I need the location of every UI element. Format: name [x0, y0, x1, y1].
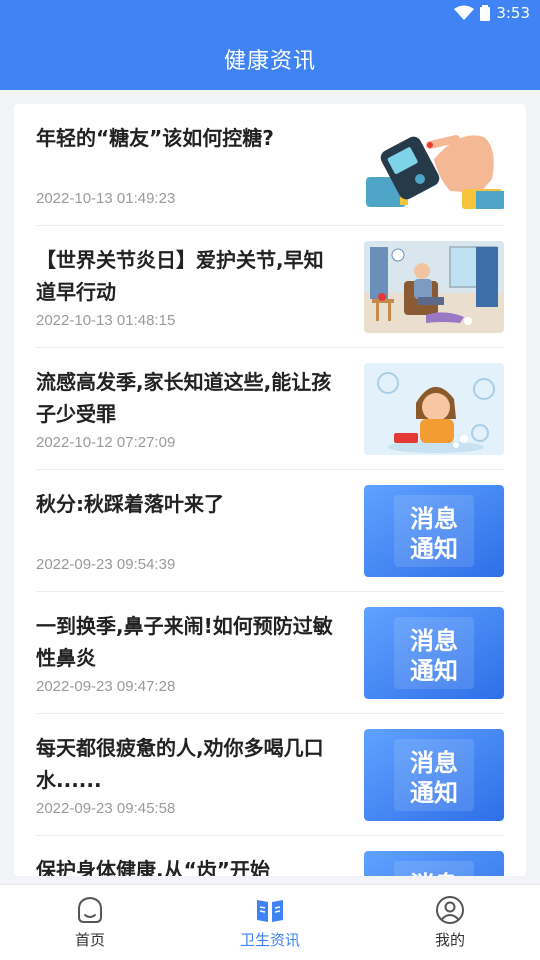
- status-bar: 3:53: [0, 0, 540, 28]
- news-title: 年轻的“糖友”该如何控糖?: [36, 126, 274, 150]
- news-time: 2022-10-13 01:49:23: [36, 190, 176, 207]
- news-list: 年轻的“糖友”该如何控糖? 2022-10-13 01:49:23 【世界关节炎…: [14, 104, 526, 876]
- news-title: 流感高发季,家长知道这些,能让孩子少受罪: [36, 370, 332, 426]
- news-item[interactable]: 秋分:秋踩着落叶来了 2022-09-23 09:54:39 消息 通知: [36, 470, 504, 592]
- profile-icon: [436, 896, 464, 924]
- message-notice-image: 消息 通知: [364, 485, 504, 577]
- news-item[interactable]: 年轻的“糖友”该如何控糖? 2022-10-13 01:49:23: [36, 104, 504, 226]
- notice-line-2: 通知: [410, 535, 458, 563]
- status-time: 3:53: [496, 4, 530, 22]
- notice-line-1: 消息: [410, 749, 458, 777]
- news-item[interactable]: 每天都很疲惫的人,劝你多喝几口水...... 2022-09-23 09:45:…: [36, 714, 504, 836]
- tab-home[interactable]: 首页: [0, 885, 180, 960]
- tab-profile[interactable]: 我的: [360, 885, 540, 960]
- glucose-meter-image: [364, 119, 504, 211]
- sick-child-image: [364, 363, 504, 455]
- app-bar: 健康资讯: [0, 28, 540, 90]
- bottom-tab-bar: 首页 卫生资讯 我的: [0, 884, 540, 960]
- news-time: 2022-10-13 01:48:15: [36, 312, 176, 329]
- notice-line-1: 消息: [410, 871, 458, 876]
- news-time: 2022-09-23 09:45:58: [36, 800, 176, 817]
- elderly-knee-pain-image: [364, 241, 504, 333]
- notice-line-2: 通知: [410, 657, 458, 685]
- wifi-icon: [454, 5, 475, 20]
- message-notice-image: 消息 通知: [364, 851, 504, 876]
- home-icon: [78, 896, 102, 923]
- book-icon: [257, 900, 283, 922]
- news-item[interactable]: 【世界关节炎日】爱护关节,早知道早行动 2022-10-13 01:48:15: [36, 226, 504, 348]
- news-title: 保护身体健康,从“齿”开始: [36, 858, 270, 876]
- news-title: 【世界关节炎日】爱护关节,早知道早行动: [36, 248, 324, 304]
- news-item[interactable]: 保护身体健康,从“齿”开始 消息 通知: [36, 836, 504, 876]
- news-title: 秋分:秋踩着落叶来了: [36, 492, 224, 516]
- tab-home-label: 首页: [74, 931, 105, 949]
- tab-profile-label: 我的: [434, 931, 465, 949]
- news-title: 每天都很疲惫的人,劝你多喝几口水......: [36, 736, 324, 792]
- news-time: 2022-10-12 07:27:09: [36, 434, 176, 451]
- status-icons: 3:53: [454, 4, 530, 22]
- news-item[interactable]: 一到换季,鼻子来闹!如何预防过敏性鼻炎 2022-09-23 09:47:28 …: [36, 592, 504, 714]
- notice-line-2: 通知: [410, 779, 458, 807]
- notice-line-1: 消息: [410, 505, 458, 533]
- tab-health-news-label: 卫生资讯: [239, 931, 300, 949]
- news-time: 2022-09-23 09:54:39: [36, 556, 176, 573]
- message-notice-image: 消息 通知: [364, 729, 504, 821]
- news-item[interactable]: 流感高发季,家长知道这些,能让孩子少受罪 2022-10-12 07:27:09: [36, 348, 504, 470]
- tab-health-news[interactable]: 卫生资讯: [180, 885, 360, 960]
- news-title: 一到换季,鼻子来闹!如何预防过敏性鼻炎: [36, 614, 333, 670]
- page-title: 健康资讯: [223, 49, 316, 74]
- notice-line-1: 消息: [410, 627, 458, 655]
- battery-icon: [480, 5, 491, 21]
- message-notice-image: 消息 通知: [364, 607, 504, 699]
- news-time: 2022-09-23 09:47:28: [36, 678, 176, 695]
